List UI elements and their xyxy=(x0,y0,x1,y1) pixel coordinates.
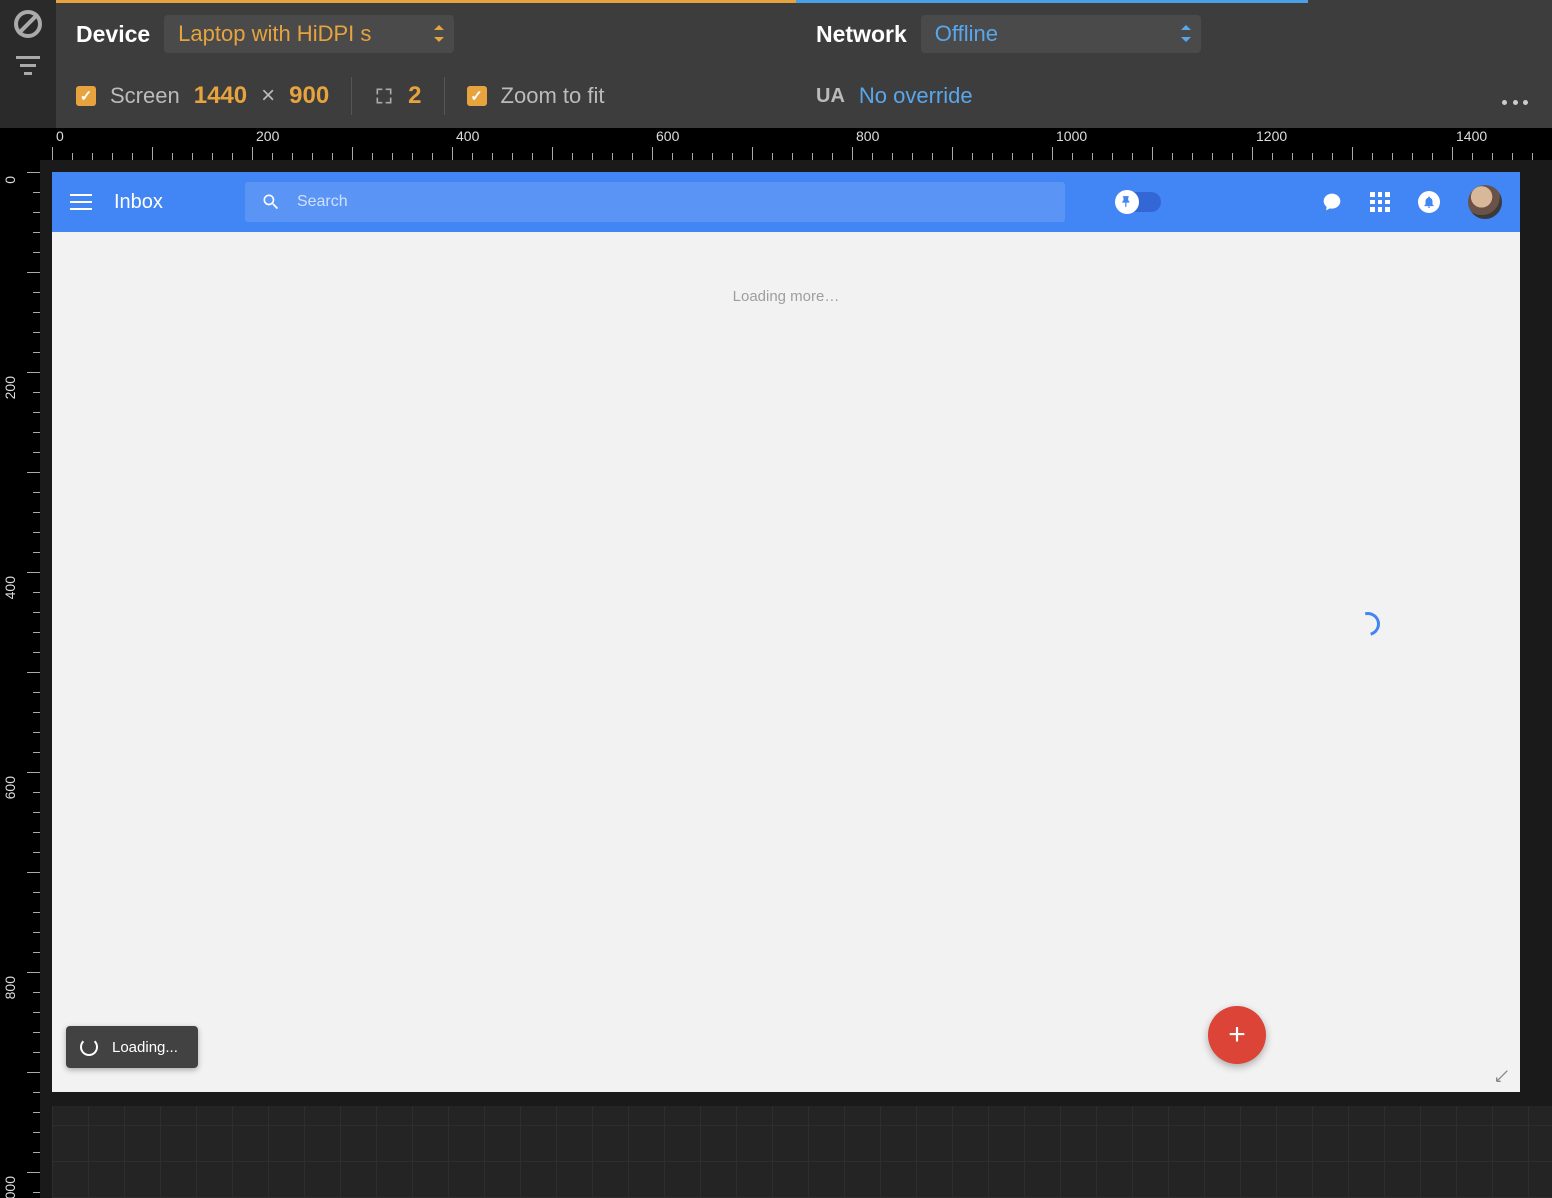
search-bar[interactable] xyxy=(245,182,1065,222)
ruler-vertical: 02004006008001000 xyxy=(0,128,40,1198)
zoom-checkbox[interactable]: ✓ xyxy=(467,86,487,106)
spinner-icon xyxy=(80,1038,98,1056)
inbox-title: Inbox xyxy=(114,191,163,214)
zoom-label[interactable]: Zoom to fit xyxy=(501,83,605,109)
device-select[interactable]: Laptop with HiDPI s xyxy=(164,15,454,53)
loading-toast: Loading... xyxy=(66,1026,198,1068)
dpr-value[interactable]: 2 xyxy=(408,82,421,110)
screen-height[interactable]: 900 xyxy=(289,82,329,110)
screen-checkbox[interactable]: ✓ xyxy=(76,86,96,106)
times-symbol: × xyxy=(261,82,275,110)
more-icon[interactable] xyxy=(1502,100,1528,110)
pin-toggle[interactable] xyxy=(1117,192,1161,212)
avatar[interactable] xyxy=(1468,185,1502,219)
grid-background xyxy=(52,1106,1552,1198)
screen-label: Screen xyxy=(110,83,180,109)
pin-icon xyxy=(1115,190,1139,214)
ua-label: UA xyxy=(816,85,845,108)
search-input[interactable] xyxy=(297,193,1049,211)
devtools-bar: Device Laptop with HiDPI s ✓ Screen 1440… xyxy=(0,0,1552,128)
apps-icon[interactable] xyxy=(1370,192,1390,212)
no-entry-icon[interactable] xyxy=(14,10,42,38)
inbox-header: Inbox xyxy=(52,172,1520,232)
ua-value[interactable]: No override xyxy=(859,83,973,109)
resize-handle-icon[interactable] xyxy=(1494,1068,1510,1084)
dpr-icon xyxy=(374,86,394,106)
device-label: Device xyxy=(76,21,150,48)
screen-width[interactable]: 1440 xyxy=(194,82,247,110)
spinner-icon xyxy=(1352,608,1385,641)
devtools-leftcol xyxy=(0,0,56,128)
device-panel: Device Laptop with HiDPI s ✓ Screen 1440… xyxy=(56,0,796,128)
emulated-viewport: Inbox Loading more… xyxy=(52,172,1520,1092)
network-label: Network xyxy=(816,21,907,48)
menu-icon[interactable] xyxy=(70,194,92,210)
ruler-horizontal: 0200400600800100012001400 xyxy=(40,128,1552,160)
network-panel: Network Offline UA No override xyxy=(796,0,1308,128)
search-icon xyxy=(261,192,281,212)
filter-icon[interactable] xyxy=(16,56,40,76)
loading-toast-text: Loading... xyxy=(112,1039,178,1056)
chat-icon[interactable] xyxy=(1322,192,1342,212)
viewport-container: Inbox Loading more… xyxy=(40,160,1552,1198)
loading-more-text: Loading more… xyxy=(733,288,840,305)
inbox-body: Loading more… Loading... + xyxy=(52,232,1520,1092)
network-select[interactable]: Offline xyxy=(921,15,1201,53)
compose-fab[interactable]: + xyxy=(1208,1006,1266,1064)
notifications-icon[interactable] xyxy=(1418,191,1440,213)
